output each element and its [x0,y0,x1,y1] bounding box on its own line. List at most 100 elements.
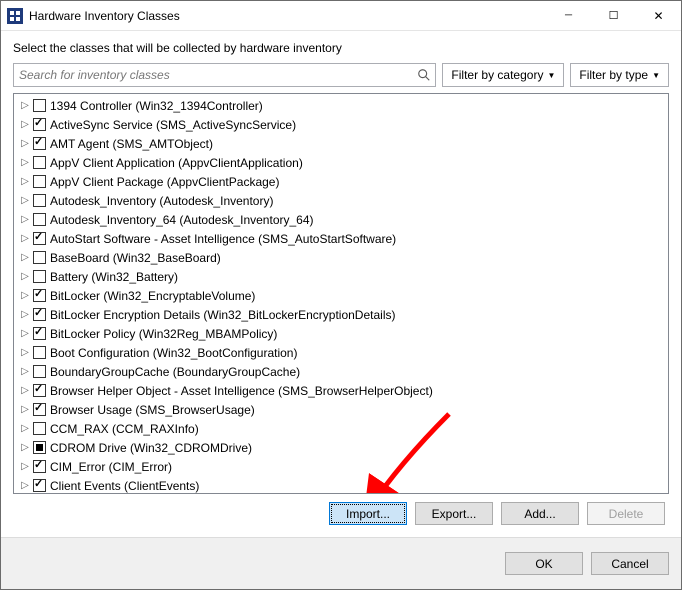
checkbox[interactable] [33,327,46,340]
tree-item-label: BoundaryGroupCache (BoundaryGroupCache) [50,365,300,379]
checkbox[interactable] [33,289,46,302]
app-icon [7,8,23,24]
tree-item[interactable]: ▷ BitLocker (Win32_EncryptableVolume) [14,286,668,305]
action-button-row: Import... Export... Add... Delete [13,494,669,529]
tree-item-label: BitLocker (Win32_EncryptableVolume) [50,289,255,303]
expand-icon[interactable]: ▷ [18,290,32,301]
tree-item[interactable]: ▷CDROM Drive (Win32_CDROMDrive) [14,438,668,457]
expand-icon[interactable]: ▷ [18,176,32,187]
checkbox[interactable] [33,251,46,264]
tree-item-label: Browser Helper Object - Asset Intelligen… [50,384,433,398]
tree-item[interactable]: ▷ CCM_RAX (CCM_RAXInfo) [14,419,668,438]
cancel-button[interactable]: Cancel [591,552,669,575]
window-title: Hardware Inventory Classes [29,9,546,23]
expand-icon[interactable]: ▷ [18,309,32,320]
checkbox[interactable] [33,384,46,397]
expand-icon[interactable]: ▷ [18,195,32,206]
tree-item[interactable]: ▷ Boot Configuration (Win32_BootConfigura… [14,343,668,362]
tree-item[interactable]: ▷ Client Events (ClientEvents) [14,476,668,493]
tree-item-label: Browser Usage (SMS_BrowserUsage) [50,403,255,417]
tree-item[interactable]: ▷1394 Controller (Win32_1394Controller) [14,96,668,115]
export-button[interactable]: Export... [415,502,493,525]
dialog-body: Select the classes that will be collecte… [1,31,681,537]
expand-icon[interactable]: ▷ [18,271,32,282]
filter-category-label: Filter by category [451,68,543,82]
checkbox[interactable] [33,308,46,321]
expand-icon[interactable]: ▷ [18,347,32,358]
checkbox[interactable] [33,460,46,473]
toolbar: Filter by category ▼ Filter by type ▼ [13,63,669,87]
tree-item[interactable]: ▷ Battery (Win32_Battery) [14,267,668,286]
tree-item[interactable]: ▷ BitLocker Encryption Details (Win32_Bit… [14,305,668,324]
expand-icon[interactable]: ▷ [18,366,32,377]
checkbox[interactable] [33,156,46,169]
expand-icon[interactable]: ▷ [18,119,32,130]
checkbox[interactable] [33,403,46,416]
checkbox[interactable] [33,422,46,435]
expand-icon[interactable]: ▷ [18,214,32,225]
checkbox[interactable] [33,346,46,359]
close-button[interactable] [636,1,681,30]
expand-icon[interactable]: ▷ [18,423,32,434]
tree-item[interactable]: ▷ Browser Usage (SMS_BrowserUsage) [14,400,668,419]
tree-item-label: BitLocker Encryption Details (Win32_BitL… [50,308,395,322]
expand-icon[interactable]: ▷ [18,442,32,453]
expand-icon[interactable]: ▷ [18,480,32,491]
tree-item-label: AutoStart Software - Asset Intelligence … [50,232,396,246]
tree-item[interactable]: ▷BaseBoard (Win32_BaseBoard) [14,248,668,267]
tree-item[interactable]: ▷ BoundaryGroupCache (BoundaryGroupCache) [14,362,668,381]
expand-icon[interactable]: ▷ [18,404,32,415]
tree-item-label: BitLocker Policy (Win32Reg_MBAMPolicy) [50,327,277,341]
maximize-button[interactable] [591,1,636,30]
expand-icon[interactable]: ▷ [18,138,32,149]
tree-item[interactable]: ▷CIM_Error (CIM_Error) [14,457,668,476]
minimize-button[interactable] [546,1,591,30]
checkbox[interactable] [33,479,46,492]
expand-icon[interactable]: ▷ [18,157,32,168]
expand-icon[interactable]: ▷ [18,233,32,244]
expand-icon[interactable]: ▷ [18,100,32,111]
expand-icon[interactable]: ▷ [18,385,32,396]
checkbox[interactable] [33,213,46,226]
expand-icon[interactable]: ▷ [18,252,32,263]
tree-item-label: CCM_RAX (CCM_RAXInfo) [50,422,199,436]
search-box [13,63,436,87]
tree-item-label: ActiveSync Service (SMS_ActiveSyncServic… [50,118,296,132]
import-button[interactable]: Import... [329,502,407,525]
search-input[interactable] [14,64,435,86]
tree-item-label: AppV Client Application (AppvClientAppli… [50,156,303,170]
tree-item[interactable]: ▷ Autodesk_Inventory (Autodesk_Inventory) [14,191,668,210]
dialog-window: Hardware Inventory Classes Select the cl… [0,0,682,590]
checkbox[interactable] [33,137,46,150]
chevron-down-icon: ▼ [547,71,555,80]
tree-item[interactable]: ▷AppV Client Package (AppvClientPackage) [14,172,668,191]
tree-item[interactable]: ▷ AppV Client Application (AppvClientAppl… [14,153,668,172]
tree-item[interactable]: ▷ AutoStart Software - Asset Intelligence… [14,229,668,248]
filter-by-type-button[interactable]: Filter by type ▼ [570,63,669,87]
checkbox[interactable] [33,118,46,131]
tree-item[interactable]: ▷ Browser Helper Object - Asset Intellige… [14,381,668,400]
checkbox[interactable] [33,99,46,112]
filter-by-category-button[interactable]: Filter by category ▼ [442,63,564,87]
checkbox[interactable] [33,175,46,188]
checkbox[interactable] [33,441,46,454]
add-button[interactable]: Add... [501,502,579,525]
tree-item[interactable]: ▷ ActiveSync Service (SMS_ActiveSyncServi… [14,115,668,134]
expand-icon[interactable]: ▷ [18,461,32,472]
delete-button[interactable]: Delete [587,502,665,525]
tree-item[interactable]: ▷ BitLocker Policy (Win32Reg_MBAMPolicy) [14,324,668,343]
tree-item[interactable]: ▷AMT Agent (SMS_AMTObject) [14,134,668,153]
checkbox[interactable] [33,365,46,378]
tree-item-label: Battery (Win32_Battery) [50,270,178,284]
ok-button[interactable]: OK [505,552,583,575]
checkbox[interactable] [33,232,46,245]
window-controls [546,1,681,30]
tree-item-label: Boot Configuration (Win32_BootConfigurat… [50,346,297,360]
class-list-scroll[interactable]: ▷1394 Controller (Win32_1394Controller)▷… [14,94,668,493]
tree-item[interactable]: ▷Autodesk_Inventory_64 (Autodesk_Invento… [14,210,668,229]
checkbox[interactable] [33,194,46,207]
checkbox[interactable] [33,270,46,283]
tree-item-label: Client Events (ClientEvents) [50,479,199,493]
expand-icon[interactable]: ▷ [18,328,32,339]
tree-item-label: Autodesk_Inventory (Autodesk_Inventory) [50,194,273,208]
